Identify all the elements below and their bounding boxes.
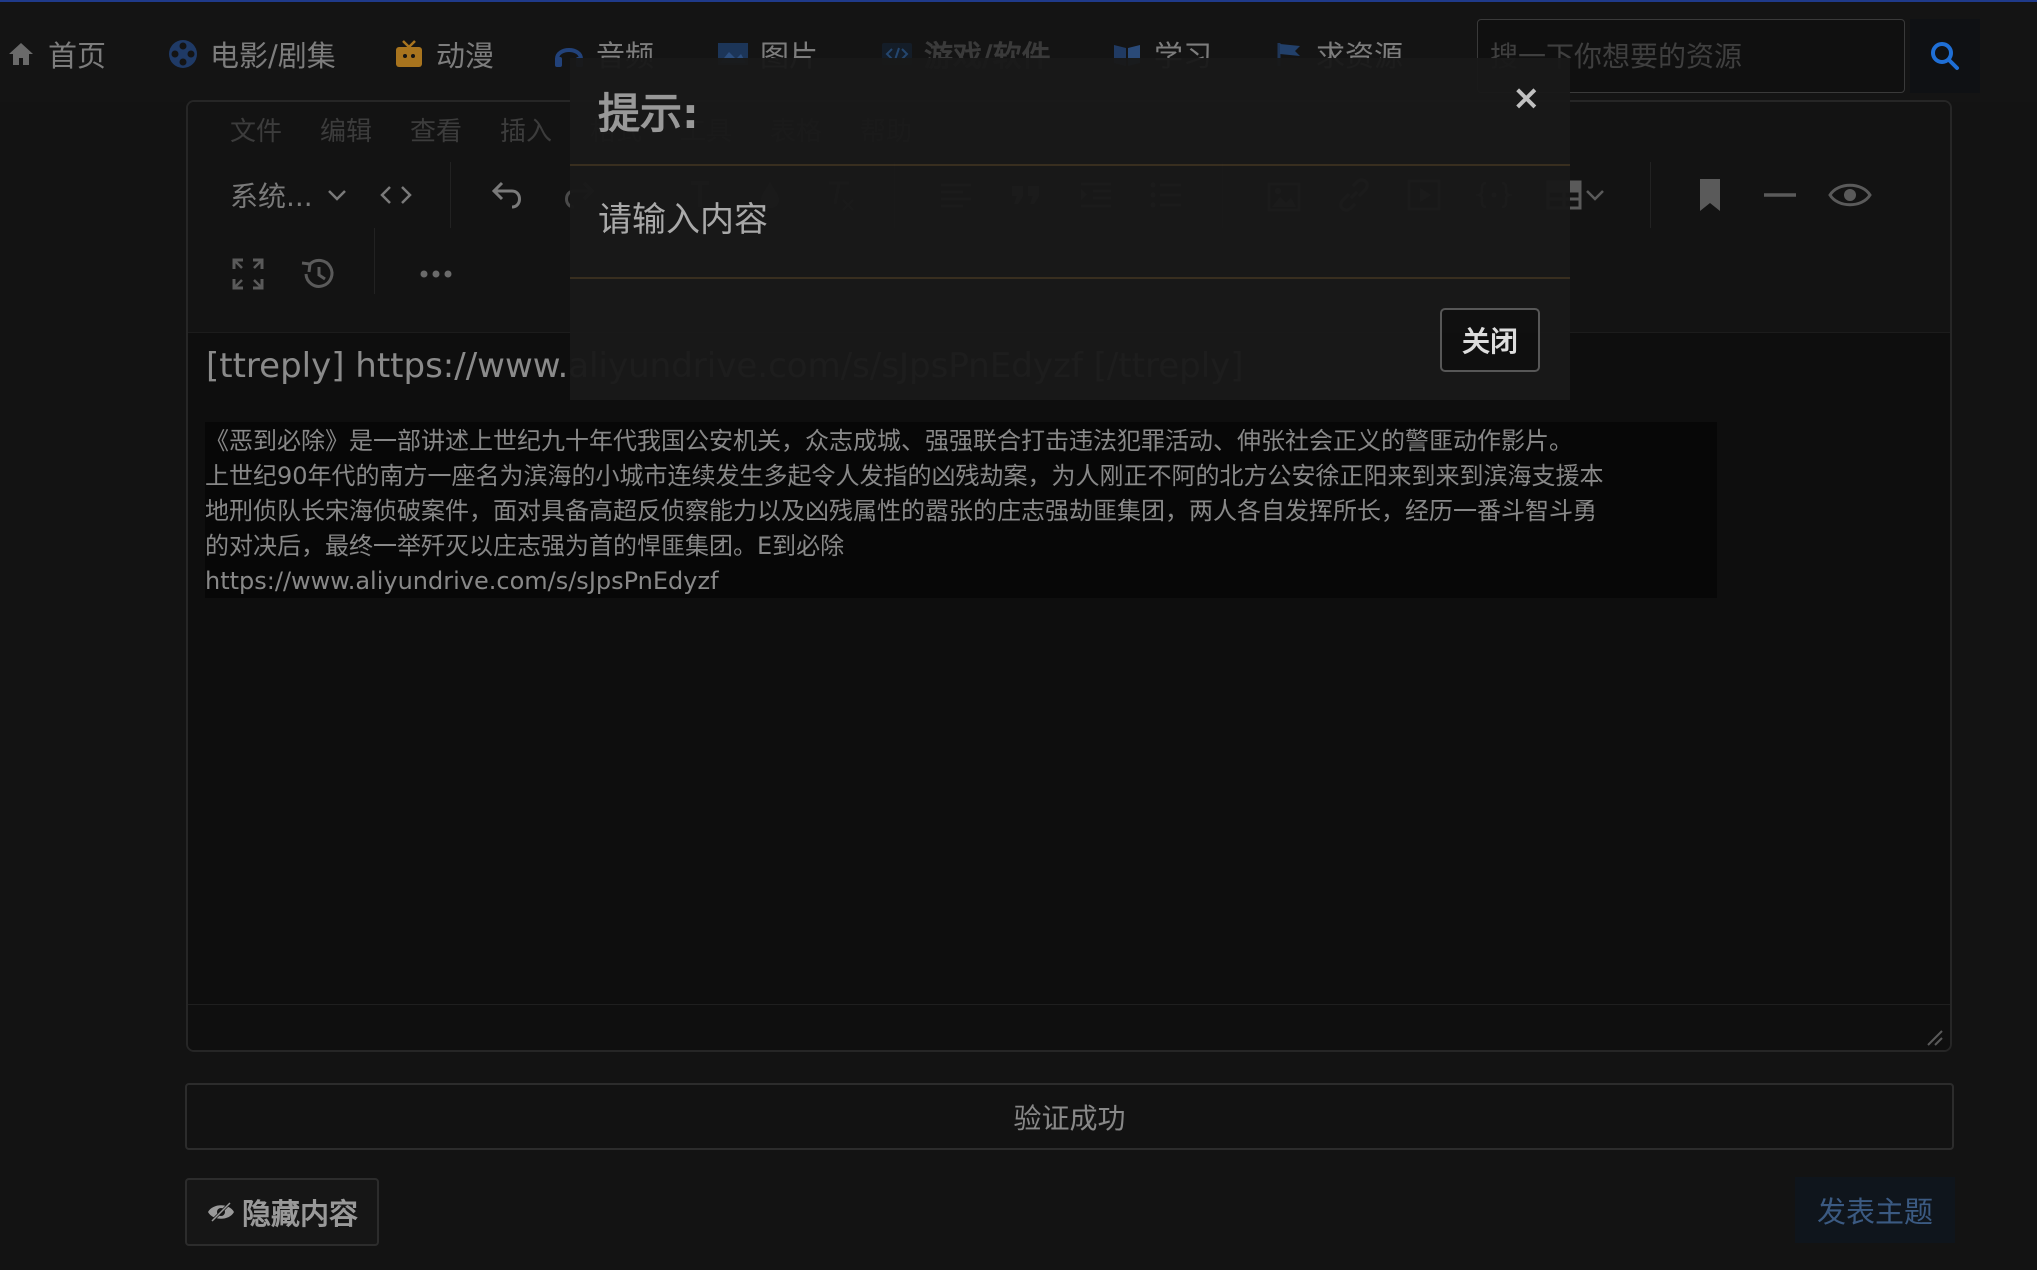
font-family-select[interactable]: 系统... bbox=[230, 170, 347, 220]
table-dropdown-button[interactable] bbox=[1580, 167, 1610, 223]
menu-edit[interactable]: 编辑 bbox=[320, 102, 372, 162]
dialog-title: 提示: bbox=[598, 89, 699, 138]
captcha-verify-bar[interactable]: 验证成功 bbox=[185, 1083, 1954, 1150]
publish-topic-button[interactable]: 发表主题 bbox=[1795, 1177, 1955, 1243]
toolbar-separator bbox=[450, 162, 451, 228]
editor-statusbar bbox=[188, 1004, 1950, 1050]
anchor-button[interactable] bbox=[1682, 167, 1738, 223]
eye-icon bbox=[1828, 180, 1872, 210]
nav-item-anime[interactable]: 动漫 bbox=[392, 30, 494, 78]
publish-label: 发表主题 bbox=[1816, 1195, 1933, 1229]
dialog-divider bbox=[570, 277, 1570, 279]
preview-button[interactable] bbox=[1822, 167, 1878, 223]
close-icon[interactable]: × bbox=[1512, 78, 1541, 118]
nav-item-movies[interactable]: 电影/剧集 bbox=[166, 30, 336, 78]
font-family-value: 系统... bbox=[230, 180, 313, 213]
menu-view[interactable]: 查看 bbox=[410, 102, 462, 162]
menu-file[interactable]: 文件 bbox=[230, 102, 282, 162]
restore-draft-button[interactable] bbox=[290, 246, 346, 302]
home-icon bbox=[4, 37, 38, 71]
tv-icon bbox=[392, 37, 426, 71]
bookmark-icon bbox=[1697, 177, 1723, 213]
hide-content-button[interactable]: 隐藏内容 bbox=[185, 1178, 379, 1246]
dialog-close-button[interactable]: 关闭 bbox=[1440, 308, 1540, 372]
source-code-button[interactable] bbox=[368, 167, 424, 223]
alert-dialog: 提示: × 请输入内容 关闭 bbox=[570, 58, 1570, 400]
toolbar-separator bbox=[374, 228, 375, 294]
pasted-content-block[interactable]: 《恶到必除》是一部讲述上世纪九十年代我国公安机关，众志成城、强强联合打击违法犯罪… bbox=[205, 422, 1717, 598]
content-paragraph-line: 上世纪90年代的南方一座名为滨海的小城市连续发生多起令人发指的凶残劫案，为人刚正… bbox=[205, 462, 1604, 490]
eye-slash-icon bbox=[206, 1200, 236, 1224]
dialog-divider bbox=[570, 164, 1570, 166]
content-paragraph-line: 的对决后，最终一举歼灭以庄志强为首的悍匪集团。E到必除 bbox=[205, 532, 845, 560]
chevron-down-icon bbox=[1585, 188, 1605, 202]
search-button[interactable] bbox=[1910, 19, 1980, 93]
nav-item-home[interactable]: 首页 bbox=[4, 30, 106, 78]
fullscreen-icon bbox=[231, 257, 265, 291]
toolbar-separator bbox=[1650, 162, 1651, 228]
horizontal-rule-button[interactable] bbox=[1752, 167, 1808, 223]
undo-icon bbox=[490, 179, 526, 211]
more-tools-button[interactable] bbox=[408, 246, 464, 302]
film-reel-icon bbox=[166, 37, 200, 71]
chevron-down-icon bbox=[327, 188, 347, 202]
fullscreen-button[interactable] bbox=[220, 246, 276, 302]
horizontal-line-icon bbox=[1763, 190, 1797, 200]
content-paragraph-line: 《恶到必除》是一部讲述上世纪九十年代我国公安机关，众志成城、强强联合打击违法犯罪… bbox=[205, 427, 1573, 455]
verify-status-text: 验证成功 bbox=[1013, 1101, 1126, 1135]
resize-handle-icon[interactable] bbox=[1924, 1027, 1944, 1047]
hide-content-label: 隐藏内容 bbox=[241, 1197, 358, 1231]
code-brackets-icon bbox=[378, 183, 414, 207]
nav-label: 电影/剧集 bbox=[210, 39, 336, 73]
search-icon bbox=[1930, 41, 1960, 71]
nav-label: 动漫 bbox=[436, 39, 495, 73]
dialog-message: 请输入内容 bbox=[598, 200, 768, 240]
content-paragraph-line: 地刑侦队长宋海侦破案件，面对具备高超反侦察能力以及凶残属性的嚣张的庄志强劫匪集团… bbox=[205, 497, 1597, 525]
history-icon bbox=[298, 255, 338, 293]
menu-insert[interactable]: 插入 bbox=[500, 102, 552, 162]
nav-label: 首页 bbox=[48, 39, 107, 73]
more-dots-icon bbox=[419, 269, 453, 279]
undo-button[interactable] bbox=[480, 167, 536, 223]
content-link-line: https://www.aliyundrive.com/s/sJpsPnEdyz… bbox=[205, 567, 719, 595]
